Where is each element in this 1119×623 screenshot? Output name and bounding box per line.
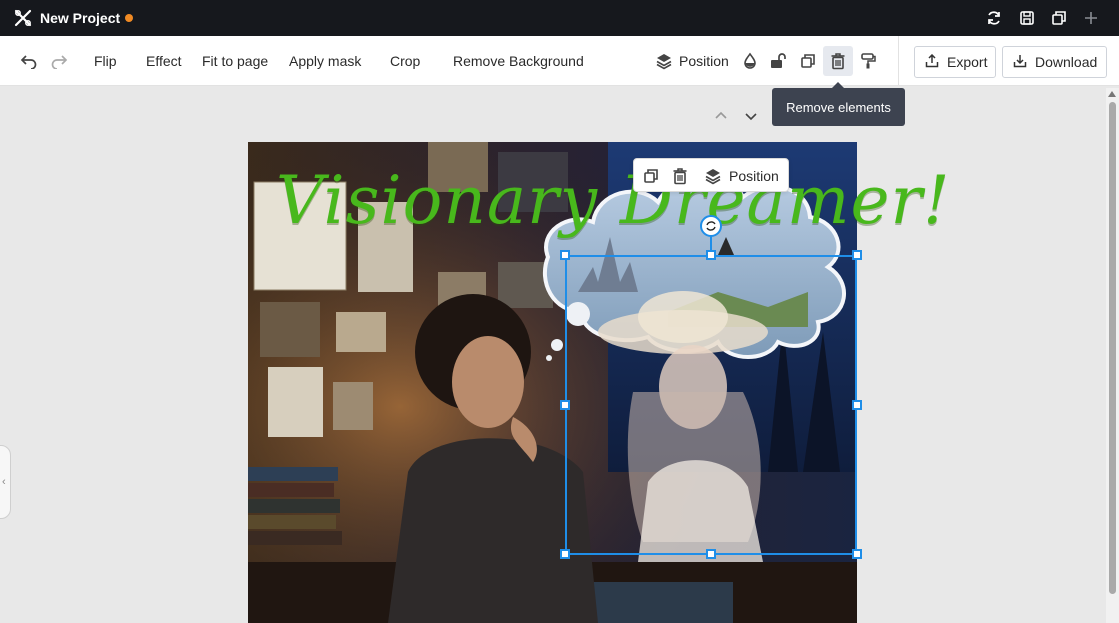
crop-button[interactable]: Crop [390, 53, 420, 69]
trash-icon[interactable] [671, 167, 689, 185]
download-button[interactable]: Download [1002, 46, 1107, 78]
sync-icon[interactable] [984, 8, 1004, 28]
effect-button[interactable]: Effect [146, 53, 182, 69]
opacity-drop-icon[interactable] [737, 48, 763, 74]
resize-handle-s[interactable] [706, 549, 716, 559]
tools-logo-icon [14, 9, 32, 27]
scroll-up-icon[interactable] [1108, 91, 1116, 97]
duplicate-icon[interactable] [1049, 8, 1069, 28]
resize-handle-w[interactable] [560, 400, 570, 410]
resize-handle-n[interactable] [706, 250, 716, 260]
layers-icon[interactable] [651, 48, 677, 74]
scrollbar-thumb[interactable] [1109, 102, 1116, 594]
redo-icon[interactable] [46, 48, 72, 74]
project-title[interactable]: New Project [40, 10, 120, 26]
fit-to-page-button[interactable]: Fit to page [202, 53, 268, 69]
toolbar-divider [898, 36, 899, 86]
save-icon[interactable] [1017, 8, 1037, 28]
resize-handle-sw[interactable] [560, 549, 570, 559]
position-button[interactable]: Position [679, 53, 729, 69]
resize-handle-e[interactable] [852, 400, 862, 410]
rotate-handle[interactable] [700, 215, 722, 237]
download-label: Download [1035, 54, 1098, 70]
export-label: Export [947, 54, 988, 70]
unsaved-indicator [125, 14, 133, 22]
remove-elements-tooltip: Remove elements [772, 82, 905, 126]
side-panel-toggle[interactable]: ‹ [0, 445, 11, 519]
chevron-down-icon[interactable] [743, 108, 759, 124]
trash-icon[interactable] [823, 46, 853, 76]
duplicate-element-icon[interactable] [642, 167, 660, 185]
title-bar: New Project [0, 0, 1119, 36]
resize-handle-se[interactable] [852, 549, 862, 559]
export-icon [925, 53, 939, 71]
plus-icon[interactable] [1081, 8, 1101, 28]
undo-icon[interactable] [16, 48, 42, 74]
editor-toolbar: Flip Effect Fit to page Apply mask Crop … [0, 36, 1119, 86]
floating-position-button[interactable]: Position [729, 168, 779, 184]
remove-background-button[interactable]: Remove Background [453, 53, 584, 69]
chevron-up-icon[interactable] [713, 108, 729, 124]
flip-button[interactable]: Flip [94, 53, 117, 69]
resize-handle-ne[interactable] [852, 250, 862, 260]
export-button[interactable]: Export [914, 46, 996, 78]
chevron-left-icon: ‹ [2, 476, 6, 488]
selection-box[interactable] [565, 255, 857, 555]
element-floating-toolbar: Position [633, 158, 789, 192]
download-icon [1013, 54, 1027, 71]
unlock-icon[interactable] [765, 48, 791, 74]
layers-icon[interactable] [704, 167, 722, 185]
resize-handle-nw[interactable] [560, 250, 570, 260]
headline-text[interactable]: Visionary Dreamer! [276, 162, 951, 239]
paint-roller-icon[interactable] [855, 48, 881, 74]
apply-mask-button[interactable]: Apply mask [289, 53, 361, 69]
vertical-scrollbar[interactable] [1106, 88, 1119, 623]
duplicate-element-icon[interactable] [795, 48, 821, 74]
